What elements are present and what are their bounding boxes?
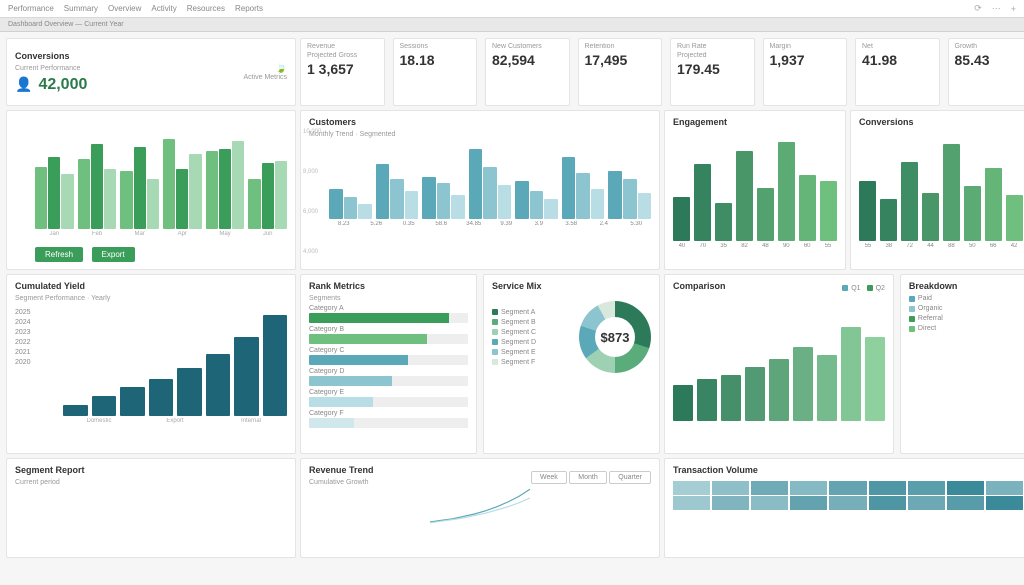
row3-mid: Rank Metrics Segments Category ACategory… [300, 274, 660, 454]
chart-heatmap: Transaction Volume [664, 458, 1024, 558]
kpi-card[interactable]: RevenueProjected Gross1 3,657 [300, 38, 385, 106]
chart-green-clustered: JanFebMarAprMayJun Refresh Export [6, 110, 296, 270]
chart-title: Engagement [673, 117, 837, 127]
chart-steps: Cumulated Yield Segment Performance · Ye… [6, 274, 296, 454]
tab-item[interactable]: Performance [8, 4, 54, 13]
line-chart [309, 486, 651, 526]
kpi-sub: Current Performance [15, 65, 87, 72]
leaf-icon: 🍃 [276, 63, 287, 73]
refresh-button[interactable]: Refresh [35, 247, 83, 262]
tab-item[interactable]: Summary [64, 4, 98, 13]
toolbar-icon[interactable]: ⋯ [992, 3, 1001, 14]
kpi-strip: RevenueProjected Gross1 3,657Sessions18.… [300, 38, 1024, 106]
tab-item[interactable]: Overview [108, 4, 141, 13]
kpi-card[interactable]: Run RateProjected179.45 [670, 38, 755, 106]
chart-progress: Rank Metrics Segments Category ACategory… [300, 274, 477, 454]
panel-title: Breakdown [909, 281, 1023, 291]
kpi-card[interactable]: Net41.98 [855, 38, 940, 106]
chart-title: Rank Metrics [309, 281, 468, 291]
tab-item[interactable]: Activity [151, 4, 176, 13]
chart-engagement: Engagement 4070358248906055 [664, 110, 846, 270]
donut-center: $873 [579, 295, 651, 379]
tab-week[interactable]: Week [531, 471, 567, 484]
toolbar-icon[interactable]: ⟳ [974, 3, 982, 14]
kpi-title: Conversions [15, 51, 87, 61]
chart-title: Cumulated Yield [15, 281, 287, 291]
chart-subtitle: Segment Performance · Yearly [15, 295, 287, 302]
chart-title: Transaction Volume [673, 465, 1023, 475]
top-tab-bar: Performance Summary Overview Activity Re… [0, 0, 1024, 18]
tab-month[interactable]: Month [569, 471, 606, 484]
legend-item: Q1 [851, 285, 860, 292]
kpi-card[interactable]: Growth85.43 [948, 38, 1024, 106]
tab-quarter[interactable]: Quarter [609, 471, 651, 484]
breadcrumb: Dashboard Overview — Current Year [8, 21, 124, 28]
kpi-card[interactable]: Margin1,937 [763, 38, 848, 106]
chart-title: Comparison [673, 281, 726, 291]
kpi-card[interactable]: Sessions18.18 [393, 38, 478, 106]
chart-title: Customers [309, 117, 651, 127]
chart-teal-clustered: Customers Monthly Trend · Segmented 10,0… [300, 110, 660, 270]
panel-title: Segment Report [15, 465, 287, 475]
chart-donut: Service Mix Segment ASegment BSegment CS… [483, 274, 660, 454]
kpi-badge: Active Metrics [95, 74, 287, 81]
side-legend: Breakdown PaidOrganicReferralDirect [900, 274, 1024, 454]
export-button[interactable]: Export [92, 247, 135, 262]
panel-sub: Current period [15, 479, 287, 486]
tab-item[interactable]: Resources [187, 4, 225, 13]
chart-title: Revenue Trend [309, 465, 374, 475]
row3-right: Comparison Q1 Q2 Breakdown PaidOrganicRe… [664, 274, 1024, 454]
chart-title: Conversions [859, 117, 1023, 127]
chart-mini-green: Comparison Q1 Q2 [664, 274, 894, 454]
chart-revenue-trend: Revenue Trend Cumulative Growth Week Mon… [300, 458, 660, 558]
toolbar-icon[interactable]: + [1011, 4, 1016, 14]
chart-subtitle: Cumulative Growth [309, 479, 374, 486]
chart-subtitle: Monthly Trend · Segmented [309, 131, 651, 138]
user-icon: 👤 [15, 76, 32, 93]
kpi-card[interactable]: New Customers82,594 [485, 38, 570, 106]
legend-item: Q2 [876, 285, 885, 292]
tab-item[interactable]: Reports [235, 4, 263, 13]
chart-subtitle: Segments [309, 295, 468, 302]
breadcrumb-bar: Dashboard Overview — Current Year [0, 18, 1024, 32]
panel-bottom-left: Segment Report Current period [6, 458, 296, 558]
kpi-card[interactable]: Retention17,495 [578, 38, 663, 106]
kpi-value: 42,000 [38, 76, 87, 94]
kpi-primary: Conversions Current Performance 👤 42,000… [6, 38, 296, 106]
chart-conversions: Conversions 5538724488506642 [850, 110, 1024, 270]
chart-title: Service Mix [492, 281, 651, 291]
chart-right-pair: Engagement 4070358248906055 Conversions … [664, 110, 1024, 270]
